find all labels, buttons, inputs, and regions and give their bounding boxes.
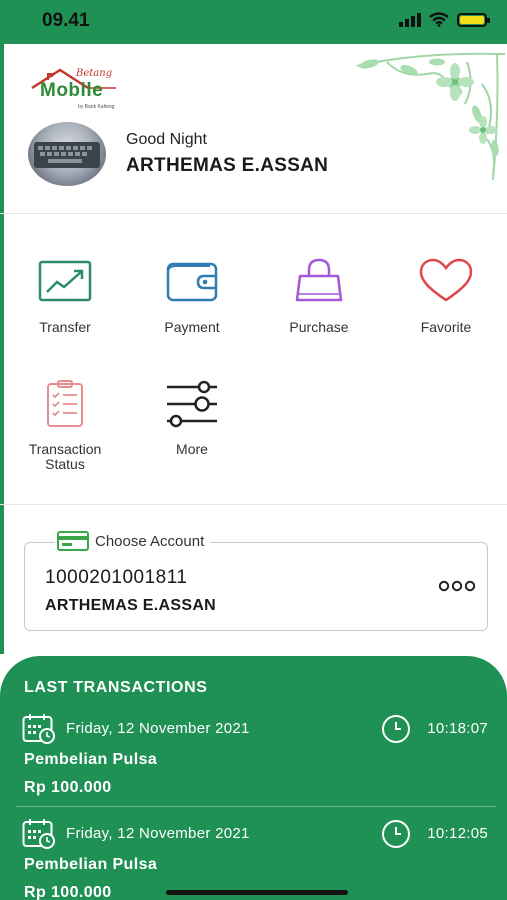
greeting-text: Good Night	[126, 131, 207, 148]
profile-header: Betang Mobile by Bank Kalteng Good Night…	[0, 44, 507, 214]
avatar[interactable]	[28, 122, 106, 186]
chart-trend-icon	[38, 260, 92, 302]
status-bar: 09.41	[0, 0, 507, 44]
battery-icon	[457, 12, 490, 27]
menu-label: More	[176, 441, 208, 457]
transaction-item[interactable]: Friday, 12 November 2021 10:18:07 Pembel…	[0, 714, 507, 814]
calendar-clock-icon	[22, 714, 55, 744]
menu-label: Favorite	[420, 319, 472, 335]
menu-transfer[interactable]: Transfer	[10, 258, 120, 335]
status-icons	[399, 12, 490, 27]
transaction-time: 10:18:07	[427, 720, 488, 737]
transaction-date: Friday, 12 November 2021	[66, 720, 250, 737]
last-transactions-title: LAST TRANSACTIONS	[24, 679, 208, 696]
account-name: ARTHEMAS E.ASSAN	[45, 597, 217, 614]
heart-icon	[419, 258, 473, 302]
signal-icon	[399, 12, 421, 27]
menu-label: Transfer	[39, 319, 91, 335]
menu-favorite[interactable]: Favorite	[391, 258, 501, 335]
account-number: 1000201001811	[45, 567, 188, 588]
transaction-description: Pembelian Pulsa	[24, 751, 158, 768]
clipboard-checklist-icon	[47, 380, 83, 427]
transaction-separator	[16, 806, 496, 807]
menu-label: Purchase	[289, 319, 349, 335]
calendar-clock-icon	[22, 819, 55, 849]
laptop-photo	[34, 142, 100, 168]
account-selector[interactable]: Choose Account 1000201001811 ARTHEMAS E.…	[24, 531, 488, 631]
last-transactions-panel: LAST TRANSACTIONS Friday, 12 November 20…	[0, 656, 507, 900]
menu-payment[interactable]: Payment	[137, 258, 247, 335]
status-time: 09.41	[42, 10, 90, 31]
user-name: ARTHEMAS E.ASSAN	[126, 155, 329, 176]
home-indicator[interactable]	[166, 890, 348, 895]
menu-label: Payment	[164, 319, 220, 335]
transaction-item[interactable]: Friday, 12 November 2021 10:12:05 Pembel…	[0, 819, 507, 900]
account-legend: Choose Account	[55, 531, 211, 551]
menu-transaction-status[interactable]: Transaction Status	[10, 380, 120, 472]
transaction-description: Pembelian Pulsa	[24, 856, 158, 873]
wallet-icon	[166, 262, 218, 302]
app-logo: Betang Mobile by Bank Kalteng	[30, 68, 122, 114]
logo-script-text: Betang	[76, 68, 113, 79]
app-screen: 09.41 Betang Mobile by Bank Kalteng Good…	[0, 0, 507, 900]
sliders-icon	[167, 380, 217, 428]
menu-label: Transaction Status	[28, 441, 102, 472]
menu-more[interactable]: More	[137, 380, 247, 457]
logo-sub-text: by Bank Kalteng	[78, 104, 115, 110]
logo-main-text: Mobile	[40, 80, 104, 101]
clock-icon	[382, 820, 410, 848]
more-options-icon[interactable]	[437, 579, 477, 593]
transaction-time: 10:12:05	[427, 825, 488, 842]
clock-icon	[382, 715, 410, 743]
account-legend-label: Choose Account	[95, 532, 205, 550]
transaction-date: Friday, 12 November 2021	[66, 825, 250, 842]
menu-purchase[interactable]: Purchase	[264, 258, 374, 335]
section-divider	[0, 504, 507, 505]
shopping-bag-icon	[295, 258, 343, 302]
transaction-amount: Rp 100.000	[24, 884, 112, 900]
credit-card-icon	[57, 531, 89, 551]
floral-ornament-icon	[356, 52, 506, 181]
wifi-icon	[429, 12, 449, 27]
transaction-amount: Rp 100.000	[24, 779, 112, 796]
